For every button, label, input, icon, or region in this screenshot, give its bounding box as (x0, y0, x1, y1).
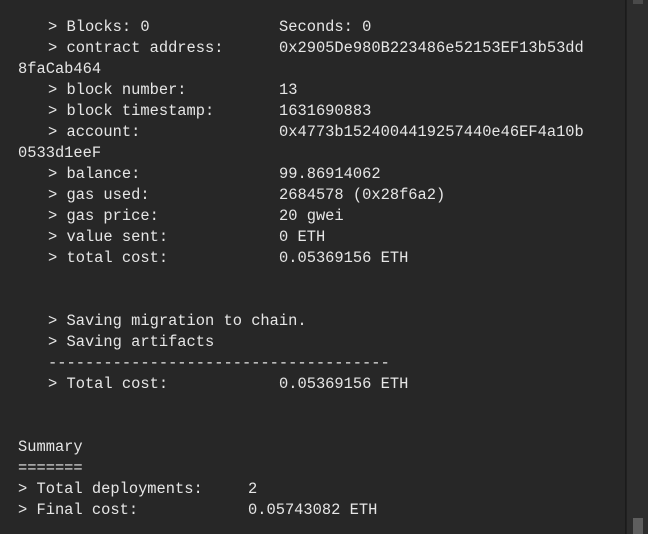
account-wrap: 0533d1eeF (18, 144, 102, 162)
value-sent-label: > value sent: (48, 228, 169, 246)
output-line-total-deployments: > Total deployments: 2 (0, 479, 625, 500)
account-label: > account: (48, 123, 141, 141)
section-total-cost-label: > Total cost: (48, 375, 169, 393)
output-line-value-sent: > value sent: 0 ETH (0, 227, 625, 248)
terminal-window: > Blocks: 0 Seconds: 0 > contract addres… (0, 0, 648, 534)
final-cost-value: 0.05743082 ETH (248, 501, 378, 519)
total-deployments-label: > Total deployments: (18, 480, 203, 498)
output-line-balance: > balance: 99.86914062 (0, 164, 625, 185)
contract-address-wrap: 8faCab464 (18, 60, 102, 78)
gas-used-value: 2684578 (0x28f6a2) (279, 186, 446, 204)
vertical-scrollbar[interactable] (626, 0, 648, 534)
contract-address-value: 0x2905De980B223486e52153EF13b53dd (279, 39, 584, 57)
terminal-output[interactable]: > Blocks: 0 Seconds: 0 > contract addres… (0, 0, 626, 534)
saving-migration-text: > Saving migration to chain. (48, 312, 307, 330)
output-line-saving-migration: > Saving migration to chain. (0, 311, 625, 332)
account-value: 0x4773b1524004419257440e46EF4a10b (279, 123, 584, 141)
block-number-label: > block number: (48, 81, 187, 99)
final-cost-label: > Final cost: (18, 501, 139, 519)
block-timestamp-label: > block timestamp: (48, 102, 215, 120)
output-line-block-number: > block number: 13 (0, 80, 625, 101)
scrollbar-thumb[interactable] (633, 518, 643, 534)
output-line-saving-artifacts: > Saving artifacts (0, 332, 625, 353)
contract-address-label: > contract address: (48, 39, 224, 57)
output-line-summary-title: Summary (0, 437, 625, 458)
output-line-summary-underline: ======= (0, 458, 625, 479)
output-line-block-timestamp: > block timestamp: 1631690883 (0, 101, 625, 122)
output-line-account: > account: 0x4773b1524004419257440e46EF4… (0, 122, 625, 143)
output-line-section-total-cost: > Total cost: 0.05369156 ETH (0, 374, 625, 395)
total-cost-label: > total cost: (48, 249, 169, 267)
output-line-contract-address-wrap: 8faCab464 (0, 59, 625, 80)
output-line-separator: ------------------------------------- (0, 353, 625, 374)
scrollbar-top-cap (633, 0, 643, 4)
output-line-contract-address: > contract address: 0x2905De980B223486e5… (0, 38, 625, 59)
blocks-label: > Blocks: 0 (48, 18, 150, 36)
output-line-account-wrap: 0533d1eeF (0, 143, 625, 164)
block-timestamp-value: 1631690883 (279, 102, 372, 120)
section-total-cost-value: 0.05369156 ETH (279, 375, 409, 393)
block-number-value: 13 (279, 81, 298, 99)
output-line-gas-used: > gas used: 2684578 (0x28f6a2) (0, 185, 625, 206)
output-line-final-cost: > Final cost: 0.05743082 ETH (0, 500, 625, 521)
total-cost-value: 0.05369156 ETH (279, 249, 409, 267)
output-line-total-cost: > total cost: 0.05369156 ETH (0, 248, 625, 269)
gas-price-value: 20 gwei (279, 207, 344, 225)
summary-title: Summary (18, 438, 83, 456)
output-line-gas-price: > gas price: 20 gwei (0, 206, 625, 227)
gas-used-label: > gas used: (48, 186, 150, 204)
value-sent-value: 0 ETH (279, 228, 326, 246)
gas-price-label: > gas price: (48, 207, 159, 225)
summary-underline: ======= (18, 459, 83, 477)
balance-label: > balance: (48, 165, 141, 183)
balance-value: 99.86914062 (279, 165, 381, 183)
total-deployments-value: 2 (248, 480, 258, 498)
seconds-value: Seconds: 0 (279, 18, 372, 36)
output-line-blocks: > Blocks: 0 Seconds: 0 (0, 17, 625, 38)
separator-dashes: ------------------------------------- (48, 354, 390, 372)
saving-artifacts-text: > Saving artifacts (48, 333, 215, 351)
